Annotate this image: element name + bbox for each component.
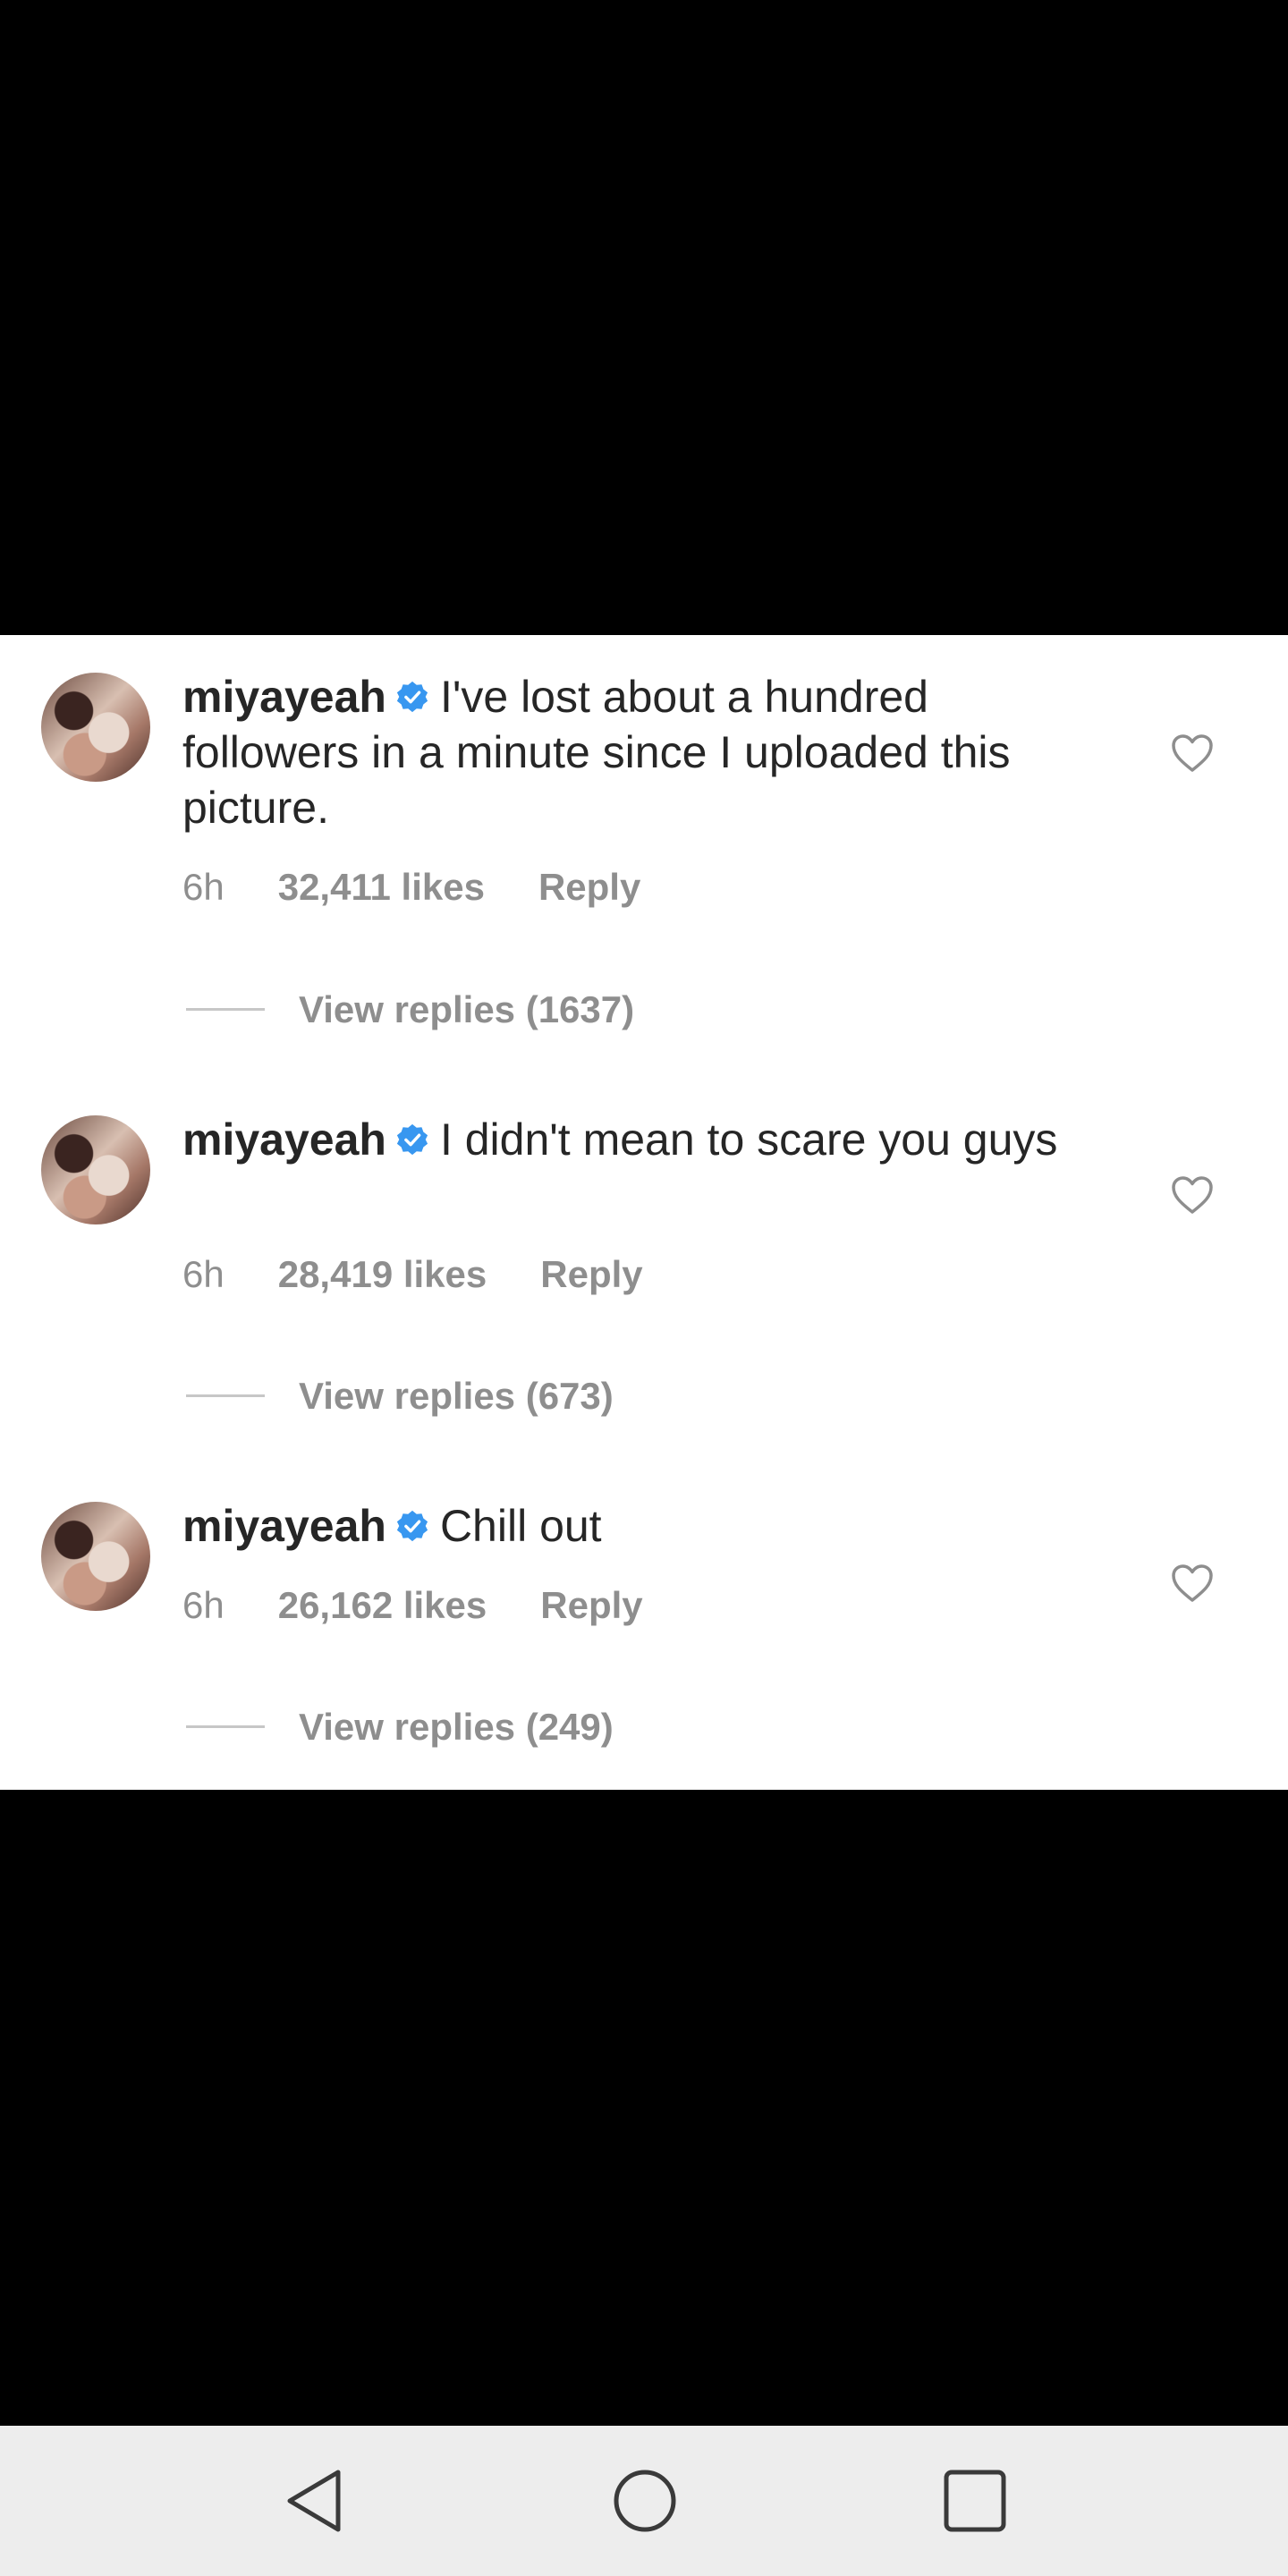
heart-icon[interactable] [1170,733,1215,774]
reply-button[interactable]: Reply [540,1584,642,1626]
comment-meta: 6h 28,419 likes Reply [182,1252,697,1297]
avatar[interactable] [41,1115,150,1224]
view-replies-label: View replies (1637) [299,988,635,1030]
replies-divider [186,1394,265,1398]
verified-badge-icon [396,1510,428,1541]
likes-count[interactable]: 32,411 likes [278,866,485,908]
letterbox-bottom [0,1790,1288,2426]
timestamp: 6h [182,1584,225,1626]
android-navigation-bar [0,2426,1288,2576]
view-replies-button[interactable]: View replies (673) [182,1374,614,1419]
likes-count[interactable]: 26,162 likes [278,1584,487,1626]
verified-badge-icon [396,1123,428,1155]
comment-meta: 6h 32,411 likes Reply [182,865,694,910]
comment-body: miyayeah I've lost about a hundred follow… [182,669,1077,835]
home-circle-icon[interactable] [607,2463,682,2538]
verified-badge-icon [396,681,428,712]
view-replies-button[interactable]: View replies (249) [182,1705,614,1750]
timestamp: 6h [182,866,225,908]
comment-meta: 6h 26,162 likes Reply [182,1583,697,1628]
back-triangle-icon[interactable] [279,2463,354,2538]
recents-square-icon[interactable] [937,2463,1013,2538]
likes-count[interactable]: 28,419 likes [278,1253,487,1295]
replies-divider [186,1008,265,1012]
avatar[interactable] [41,1502,150,1611]
comment-text: Chill out [439,1501,602,1551]
username[interactable]: miyayeah [182,1114,386,1165]
heart-icon[interactable] [1170,1563,1215,1604]
avatar[interactable] [41,673,150,782]
reply-button[interactable]: Reply [538,866,640,908]
comment-text: I didn't mean to scare you guys [439,1114,1058,1165]
timestamp: 6h [182,1253,225,1295]
image-viewer: miyayeah I've lost about a hundred follow… [0,0,1288,2426]
comments-screenshot: miyayeah I've lost about a hundred follow… [0,635,1288,1790]
reply-button[interactable]: Reply [540,1253,642,1295]
view-replies-label: View replies (249) [299,1706,614,1748]
replies-divider [186,1725,265,1729]
heart-icon[interactable] [1170,1174,1215,1216]
comment-body: miyayeah I didn't mean to scare you guys [182,1112,1077,1167]
comment-body: miyayeah Chill out [182,1498,1077,1554]
letterbox-top [0,0,1288,635]
username[interactable]: miyayeah [182,672,386,722]
username[interactable]: miyayeah [182,1501,386,1551]
view-replies-label: View replies (673) [299,1375,614,1417]
view-replies-button[interactable]: View replies (1637) [182,987,634,1032]
